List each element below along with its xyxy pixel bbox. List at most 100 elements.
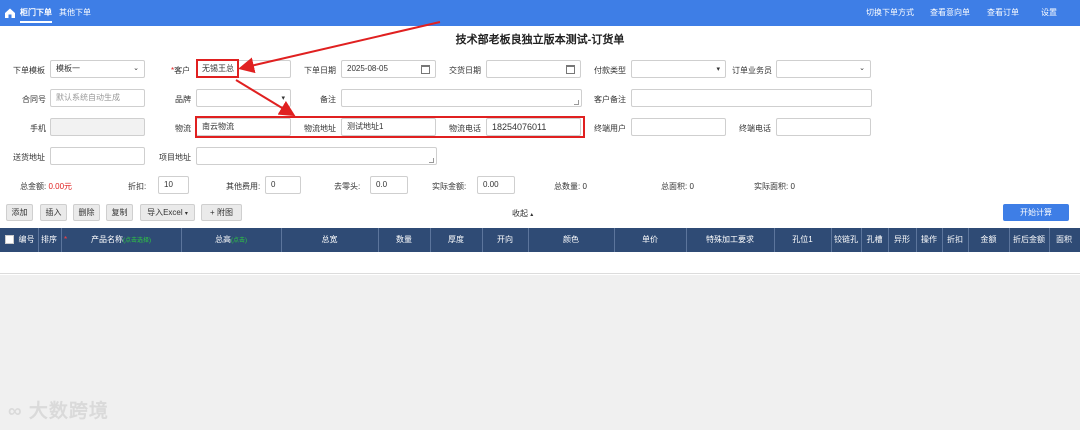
chevron-down-icon: ⌄ [859, 65, 865, 72]
total-area-label: 总面积: [661, 182, 688, 191]
col-hole-position: 孔位1 [792, 235, 813, 244]
delivery-date-label: 交货日期 [449, 66, 481, 75]
actual-area-label: 实际面积: [754, 182, 789, 191]
col-amount: 金额 [980, 235, 997, 244]
end-phone-input[interactable] [776, 118, 871, 136]
order-date-value: 2025-08-05 [347, 64, 388, 73]
delete-button[interactable]: 删除 [73, 204, 100, 221]
round-off-label: 去零头: [334, 182, 361, 191]
remark-textarea[interactable] [341, 89, 582, 107]
other-fee-label: 其他费用: [226, 182, 261, 191]
other-fee-value: 0 [271, 180, 276, 189]
salesperson-label: 订单业务员 [732, 66, 772, 75]
insert-button[interactable]: 插入 [40, 204, 67, 221]
end-phone-label: 终端电话 [739, 124, 771, 133]
col-sort: 排序 [41, 235, 57, 244]
discount-input[interactable]: 10 [158, 176, 189, 194]
end-user-input[interactable] [631, 118, 726, 136]
total-amount: 总金额: 0.00元 [20, 181, 72, 192]
total-area: 总面积: 0 [661, 181, 694, 192]
col-hinge-hole: 铰链孔 [834, 235, 858, 244]
col-discounted-amount: 折后金额 [1013, 235, 1045, 244]
calendar-icon[interactable] [566, 65, 575, 74]
copy-button[interactable]: 复制 [106, 204, 133, 221]
chevron-down-icon: ⌄ [133, 65, 139, 72]
project-address-textarea[interactable] [196, 147, 437, 165]
col-special-shape: 异形 [894, 235, 910, 244]
col-quantity: 数量 [396, 235, 412, 244]
logistics-label: 物流 [175, 124, 191, 133]
delivery-address-input[interactable] [50, 147, 145, 165]
view-intent-orders-link[interactable]: 查看意向单 [930, 0, 970, 26]
add-button[interactable]: 添加 [6, 204, 33, 221]
project-address-label: 项目地址 [159, 153, 191, 162]
app-root: 柜门下单 其他下单 切换下单方式 查看意向单 查看订单 设置 技术部老板良独立版… [0, 0, 1080, 430]
attach-image-button[interactable]: + 附图 [201, 204, 242, 221]
customer-remark-input[interactable] [631, 89, 872, 107]
watermark: ∞ 大数跨境 [8, 401, 109, 422]
calendar-icon[interactable] [421, 65, 430, 74]
actual-area: 实际面积: 0 [754, 181, 795, 192]
round-off-input[interactable]: 0.0 [370, 176, 408, 194]
customer-label: *客户 [171, 66, 191, 75]
total-amount-label: 总金额: [20, 182, 47, 191]
delivery-date-input[interactable] [486, 60, 581, 78]
import-excel-label: 导入Excel [147, 208, 183, 217]
settings-link[interactable]: 设置 [1041, 0, 1057, 26]
select-all-checkbox[interactable] [3, 228, 15, 252]
collapse-toggle[interactable]: 收起 ▴ [512, 208, 533, 219]
order-date-label: 下单日期 [304, 66, 336, 75]
brand-label: 品牌 [175, 95, 191, 104]
actual-amount-input[interactable]: 0.00 [477, 176, 515, 194]
actual-amount-value: 0.00 [483, 180, 499, 189]
resize-handle-icon[interactable] [429, 158, 434, 163]
chevron-up-icon: ▴ [530, 212, 534, 218]
total-area-value: 0 [689, 182, 694, 191]
col-unit-price: 单价 [642, 235, 658, 244]
order-date-input[interactable]: 2025-08-05 [341, 60, 436, 78]
product-table-body [0, 252, 1080, 274]
payment-type-select[interactable]: ▾ [631, 60, 726, 78]
switch-order-mode-link[interactable]: 切换下单方式 [866, 0, 914, 26]
col-slot: 孔槽 [866, 235, 883, 244]
dropdown-caret-icon: ▾ [281, 95, 285, 102]
col-actions: 操作 [921, 235, 937, 244]
end-user-label: 终端用户 [594, 124, 626, 133]
total-amount-value: 0.00元 [48, 182, 73, 191]
remark-label: 备注 [320, 95, 336, 104]
view-orders-link[interactable]: 查看订单 [987, 0, 1019, 26]
collapse-label: 收起 [512, 209, 528, 218]
top-nav-bar: 柜门下单 其他下单 切换下单方式 查看意向单 查看订单 设置 [0, 0, 1080, 26]
contract-label: 合同号 [22, 95, 46, 104]
salesperson-select[interactable]: ⌄ [776, 60, 871, 78]
customer-remark-label: 客户备注 [594, 95, 626, 104]
total-quantity-label: 总数量: [554, 182, 581, 191]
dropdown-caret-icon: ▾ [184, 211, 188, 217]
page-title: 技术部老板良独立版本测试-订货单 [455, 34, 625, 46]
actual-area-value: 0 [790, 182, 795, 191]
tab-cabinet-door-order[interactable]: 柜门下单 [20, 0, 52, 26]
col-discount: 折扣 [947, 235, 963, 244]
start-calculation-button[interactable]: 开始计算 [1003, 204, 1069, 221]
contract-input[interactable]: 默认系统自动生成 [50, 89, 145, 107]
discount-label: 折扣: [128, 182, 147, 191]
import-excel-button[interactable]: 导入Excel ▾ [140, 204, 195, 221]
attach-image-label: 附图 [216, 208, 233, 217]
dropdown-caret-icon: ▾ [716, 66, 720, 73]
template-label: 下单模板 [13, 66, 45, 75]
col-special-processing: 特殊加工要求 [706, 235, 754, 244]
delivery-address-label: 送货地址 [13, 153, 45, 162]
round-off-value: 0.0 [376, 180, 388, 189]
template-select[interactable]: 模板一 ⌄ [50, 60, 145, 78]
brand-select[interactable]: ▾ [196, 89, 291, 107]
phone-input [50, 118, 145, 136]
other-fee-input[interactable]: 0 [265, 176, 301, 194]
logistics-highlight-box [195, 116, 585, 138]
home-icon[interactable] [4, 7, 16, 19]
col-color: 颜色 [563, 235, 579, 244]
resize-handle-icon[interactable] [574, 100, 579, 105]
template-select-value: 模板一 [56, 64, 80, 73]
actual-amount-label: 实际金额: [432, 182, 467, 191]
col-product-name: * 产品名称(点击选择) [64, 235, 151, 244]
tab-other-order[interactable]: 其他下单 [59, 0, 91, 26]
